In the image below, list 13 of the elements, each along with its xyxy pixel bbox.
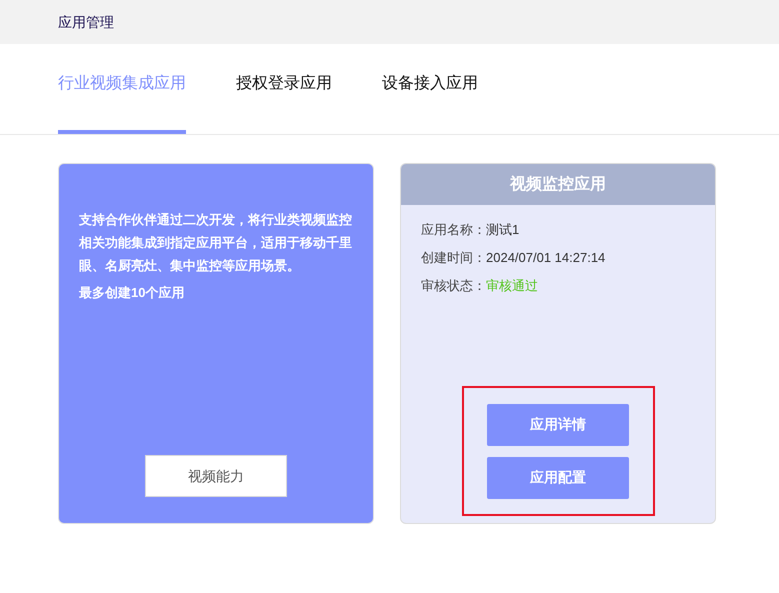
field-value: 2024/07/01 14:27:14 [486,249,606,267]
limit-text: 最多创建10个应用 [79,284,186,302]
tab[interactable]: 授权登录应用 [236,44,332,134]
field-value: 审核通过 [486,277,538,295]
video-capability-button[interactable]: 视频能力 [145,455,287,497]
tab[interactable]: 设备接入应用 [382,44,478,134]
field-label: 创建时间： [421,249,486,267]
app-card-title: 视频监控应用 [510,174,606,194]
field-label: 应用名称： [421,221,486,239]
field-value: 测试1 [486,221,520,239]
description-text: 支持合作伙伴通过二次开发，将行业类视频监控相关功能集成到指定应用平台，适用于移动千里眼、名厨亮灶、集中监控等应用场景。 [79,211,353,275]
page-title: 应用管理 [58,12,114,32]
field-label: 审核状态： [421,277,486,295]
